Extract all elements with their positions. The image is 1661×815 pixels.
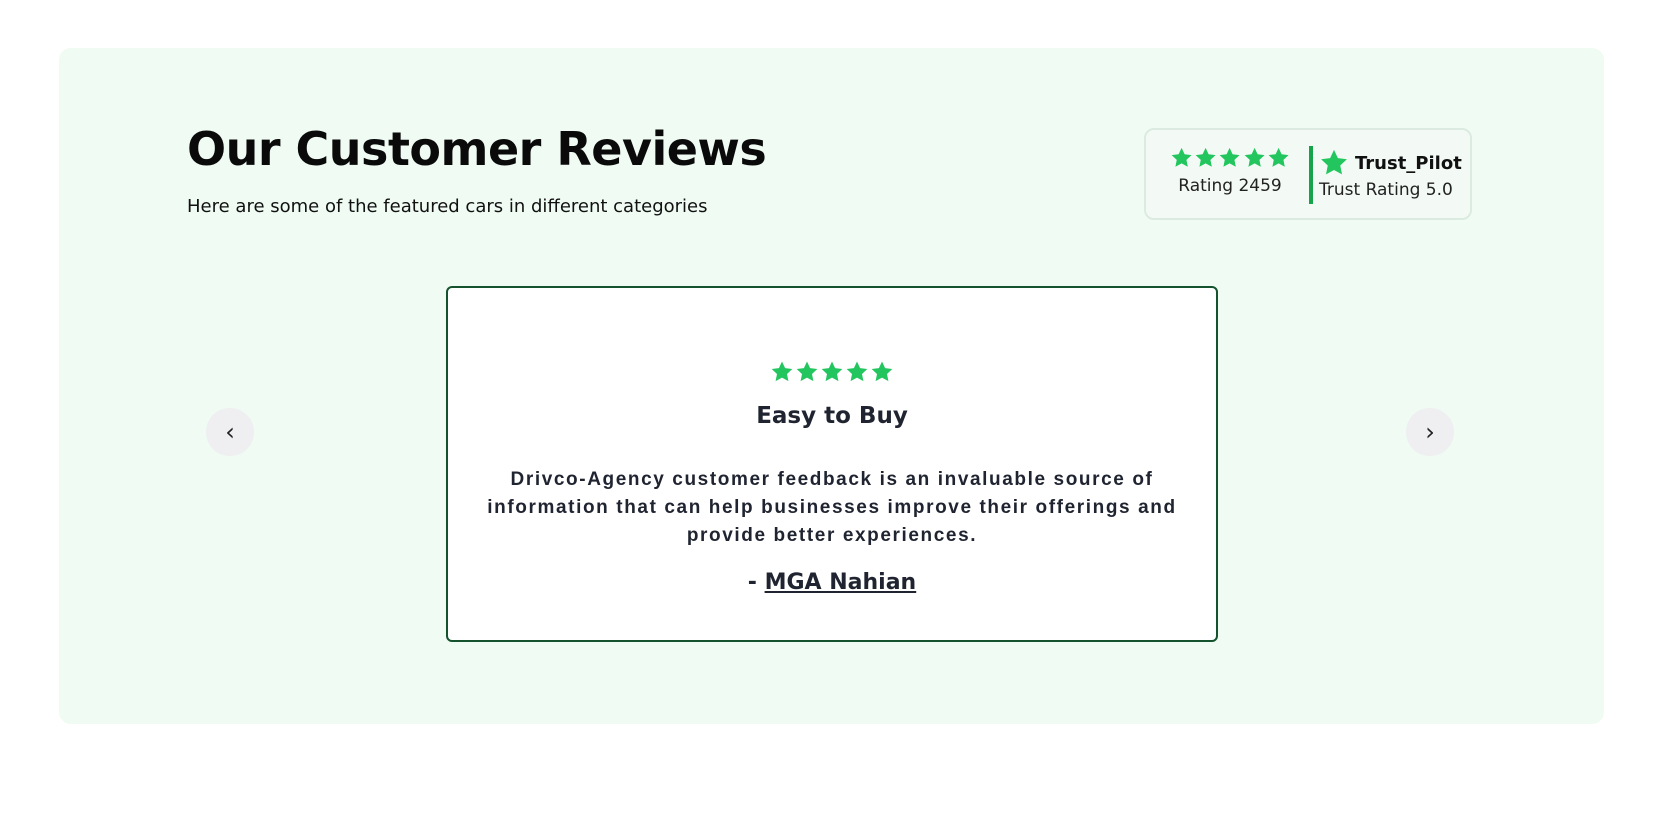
trustpilot-rating: Trust Rating 5.0 <box>1319 180 1453 200</box>
star-icon <box>845 360 869 384</box>
page-subtitle: Here are some of the featured cars in di… <box>187 196 708 217</box>
carousel-prev-button[interactable]: ‹ <box>206 408 254 456</box>
review-author: - MGA Nahian <box>448 570 1216 595</box>
trustpilot-info: Trust_Pilot Trust Rating 5.0 <box>1319 148 1462 200</box>
page-title: Our Customer Reviews <box>187 122 767 176</box>
star-icon <box>870 360 894 384</box>
reviews-section: Our Customer Reviews Here are some of th… <box>59 48 1604 724</box>
rating-stars <box>1170 146 1290 170</box>
star-icon <box>1170 146 1193 170</box>
star-icon <box>1267 146 1290 170</box>
review-card: Easy to Buy Drivco-Agency customer feedb… <box>446 286 1218 642</box>
trustpilot-row: Trust_Pilot <box>1319 148 1462 178</box>
author-prefix: - <box>747 570 765 595</box>
star-icon <box>795 360 819 384</box>
carousel-next-button[interactable]: › <box>1406 408 1454 456</box>
review-title: Easy to Buy <box>756 403 908 429</box>
star-icon <box>770 360 794 384</box>
star-icon <box>820 360 844 384</box>
trustpilot-name: Trust_Pilot <box>1355 152 1462 174</box>
review-stars <box>448 360 1216 384</box>
rating-left: Rating 2459 <box>1170 146 1290 196</box>
star-icon <box>1243 146 1266 170</box>
review-text: Drivco-Agency customer feedback is an in… <box>487 469 1177 546</box>
rating-summary-box: Rating 2459 Trust_Pilot Trust Rating 5.0 <box>1144 128 1472 220</box>
rating-count: Rating 2459 <box>1178 176 1282 196</box>
trustpilot-star-icon <box>1319 148 1349 178</box>
star-icon <box>1218 146 1241 170</box>
star-icon <box>1194 146 1217 170</box>
author-link[interactable]: MGA Nahian <box>765 570 917 595</box>
rating-divider <box>1309 146 1313 204</box>
